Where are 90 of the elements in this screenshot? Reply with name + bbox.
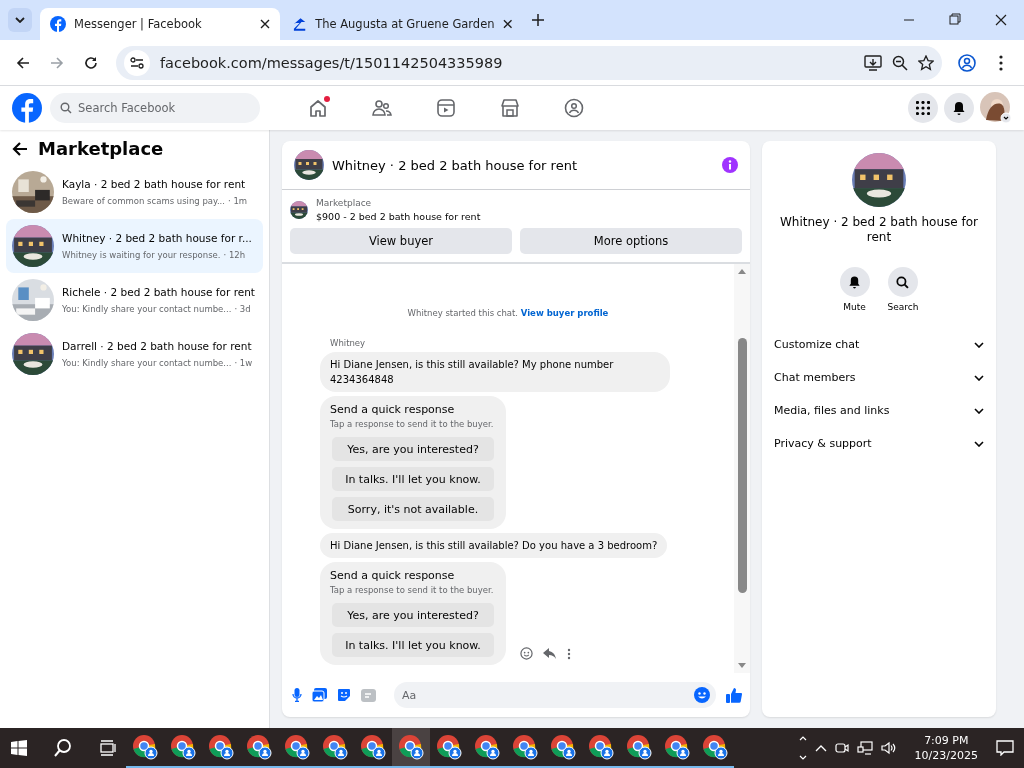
reply-icon[interactable] [543, 647, 557, 660]
star-icon[interactable] [918, 54, 934, 71]
chat-list-item[interactable]: Kayla · 2 bed 2 bath house for rent Beware of common scams using pay... · 1m [6, 165, 263, 219]
new-tab-icon[interactable] [532, 14, 544, 26]
camera-icon[interactable] [834, 741, 849, 755]
chrome-profile-icon[interactable] [392, 728, 430, 768]
message-time: · 3d [234, 303, 251, 315]
install-app-icon[interactable] [864, 54, 882, 71]
close-icon[interactable] [260, 19, 270, 29]
tab-search-button[interactable] [8, 8, 32, 32]
marketplace-heading: Marketplace [38, 138, 164, 159]
microphone-icon[interactable] [292, 688, 302, 702]
url-text: facebook.com/messages/t/1501142504335989 [160, 54, 504, 71]
back-arrow-icon[interactable] [12, 141, 28, 156]
sticker-icon[interactable] [337, 688, 351, 702]
search-icon [896, 275, 910, 289]
chat-title: Darrell · 2 bed 2 bath house for rent [62, 339, 253, 353]
facebook-logo-icon[interactable] [12, 93, 42, 123]
scroll-up-icon[interactable] [738, 269, 746, 274]
settings-section[interactable]: Privacy & support [762, 427, 996, 460]
scrollbar[interactable] [734, 264, 750, 673]
chat-details-title: Whitney · 2 bed 2 bath house for rent [779, 215, 979, 245]
clock-date[interactable]: 10/23/2025 [914, 749, 978, 762]
quick-response-hint: Tap a response to send it to the buyer. [330, 585, 495, 595]
action-button[interactable]: More options [520, 228, 742, 254]
network-icon[interactable] [856, 741, 873, 755]
scroll-down-icon[interactable] [738, 663, 746, 668]
quick-response-option[interactable]: Yes, are you interested? [332, 603, 494, 627]
quick-response-title: Send a quick response [330, 569, 456, 582]
settings-section[interactable]: Customize chat [762, 328, 996, 361]
more-icon[interactable] [567, 647, 571, 660]
message-time: · 12h [223, 249, 246, 261]
settings-section[interactable]: Chat members [762, 361, 996, 394]
zoom-icon[interactable] [892, 54, 908, 71]
search-field[interactable]: Search Facebook [50, 93, 260, 123]
message-time: · 1w [234, 357, 253, 369]
quick-response-option[interactable]: In talks. I'll let you know. [332, 633, 494, 657]
chat-started-note: Whitney started this chat. View buyer profile [407, 308, 609, 318]
address-bar[interactable]: facebook.com/messages/t/1501142504335989 [116, 45, 942, 80]
message-time: · 1m [228, 195, 248, 207]
browser-tab[interactable]: The Augusta at Gruene Garden [282, 8, 522, 40]
friends-icon[interactable] [372, 98, 392, 118]
bell-icon [848, 275, 862, 289]
info-icon[interactable] [722, 157, 738, 173]
browser-tab[interactable]: Messenger | Facebook [40, 8, 280, 40]
message-bubble: Hi Diane Jensen, is this still available? Do you have a 3 bedroom? [320, 533, 668, 558]
chat-title: Kayla · 2 bed 2 bath house for rent [62, 177, 247, 191]
settings-section[interactable]: Media, files and links [762, 394, 996, 427]
clock-time[interactable]: 7:09 PM [924, 734, 969, 747]
quick-response-title: Send a quick response [330, 403, 456, 416]
message-preview: Beware of common scams using pay... [62, 195, 225, 207]
emoji-icon[interactable] [520, 647, 533, 660]
action-button[interactable]: View buyer [290, 228, 512, 254]
notifications-icon[interactable] [944, 93, 974, 123]
listing-source: Marketplace [316, 198, 373, 208]
marketplace-icon[interactable] [500, 98, 520, 118]
apps-menu-icon[interactable] [908, 93, 938, 123]
emoji-icon[interactable] [694, 687, 710, 703]
search-icon [60, 102, 72, 114]
notifications-icon[interactable] [996, 740, 1014, 756]
message-preview: Whitney is waiting for your response. [62, 249, 221, 261]
sender-name: Whitney [330, 338, 366, 348]
message-bubble: Hi Diane Jensen, is this still available? My phone number 4234364848 [320, 352, 670, 392]
chevron-up-icon[interactable] [814, 744, 827, 752]
close-icon[interactable] [502, 19, 512, 29]
listing-title: $900 - 2 bed 2 bath house for rent [316, 211, 481, 222]
conversation-title: Whitney · 2 bed 2 bath house for rent [332, 157, 578, 173]
quick-response-option[interactable]: Sorry, it's not available. [332, 497, 494, 521]
photo-icon[interactable] [312, 688, 327, 702]
site-settings-icon[interactable] [124, 49, 150, 76]
quick-response-hint: Tap a response to send it to the buyer. [330, 419, 495, 429]
quick-response-option[interactable]: In talks. I'll let you know. [332, 467, 494, 491]
facebook-logo-icon [50, 16, 66, 32]
message-input[interactable]: Aa [394, 682, 716, 708]
chat-list-item[interactable]: Richele · 2 bed 2 bath house for rent You: Kindly share your contact numbe... · 3d [6, 273, 263, 327]
view-buyer-profile-link[interactable]: View buyer profile [520, 308, 609, 318]
home-icon[interactable] [308, 98, 328, 118]
chat-title: Richele · 2 bed 2 bath house for rent [62, 285, 255, 299]
message-preview: You: Kindly share your contact numbe... [62, 357, 232, 369]
quick-response-option[interactable]: Yes, are you interested? [332, 437, 494, 461]
message-preview: You: Kindly share your contact numbe... [62, 303, 232, 315]
video-icon[interactable] [436, 98, 456, 118]
volume-icon[interactable] [880, 741, 897, 755]
chat-list-item[interactable]: Whitney · 2 bed 2 bath house for r... Whitney is waiting for your response. · 12h [6, 219, 263, 273]
chat-list-item[interactable]: Darrell · 2 bed 2 bath house for rent You: Kindly share your contact numbe... · 1w [6, 327, 263, 381]
account-avatar-icon[interactable] [980, 92, 1012, 124]
thumbs-up-icon[interactable] [726, 687, 742, 703]
caret-icon [15, 17, 25, 23]
groups-icon[interactable] [564, 98, 584, 118]
chat-title: Whitney · 2 bed 2 bath house for r... [62, 231, 252, 245]
